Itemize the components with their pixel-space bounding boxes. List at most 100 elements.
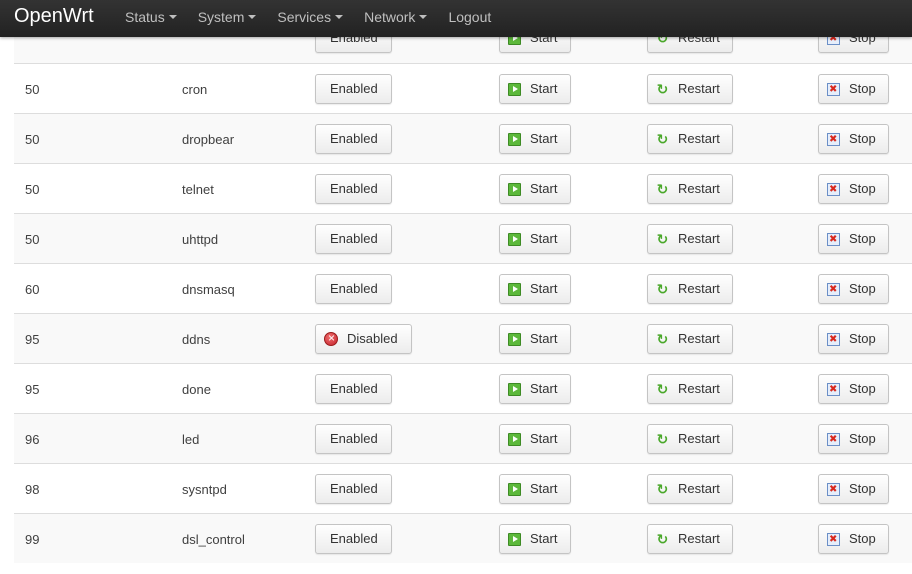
- stop-label: Stop: [849, 331, 876, 346]
- stop-button[interactable]: Stop: [818, 174, 889, 204]
- table-row: 50 uhttpd Enabled Start ↻ Restart Stop: [14, 213, 912, 263]
- reload-icon: ↻: [656, 130, 669, 147]
- stop-label: Stop: [849, 281, 876, 296]
- stop-button[interactable]: Stop: [818, 224, 889, 254]
- service-name: led: [182, 432, 200, 447]
- service-name: telnet: [182, 182, 214, 197]
- start-button[interactable]: Start: [499, 124, 571, 154]
- restart-button[interactable]: ↻ Restart: [647, 424, 733, 454]
- nav-status[interactable]: Status: [125, 0, 177, 37]
- nav-logout[interactable]: Logout: [448, 0, 491, 37]
- stop-label: Stop: [849, 481, 876, 496]
- restart-button[interactable]: ↻ Restart: [647, 224, 733, 254]
- state-label: Enabled: [330, 81, 378, 96]
- reload-icon: ↻: [656, 430, 669, 447]
- toggle-enabled-button[interactable]: Enabled: [315, 524, 392, 554]
- start-label: Start: [530, 431, 558, 446]
- stop-label: Stop: [849, 181, 876, 196]
- start-label: Start: [530, 331, 558, 346]
- restart-button[interactable]: ↻ Restart: [647, 274, 733, 304]
- start-button[interactable]: Start: [499, 174, 571, 204]
- start-label: Start: [530, 281, 558, 296]
- table-row: 50 dropbear Enabled Start ↻ Restart Stop: [14, 113, 912, 163]
- restart-button[interactable]: ↻ Restart: [647, 474, 733, 504]
- toggle-enabled-button[interactable]: Enabled: [315, 424, 392, 454]
- restart-label: Restart: [678, 331, 720, 346]
- play-icon: [508, 532, 521, 546]
- start-button[interactable]: Start: [499, 374, 571, 404]
- nav-label: System: [197, 9, 245, 25]
- restart-button[interactable]: ↻ Restart: [647, 124, 733, 154]
- stop-icon: [827, 282, 840, 296]
- start-button[interactable]: Start: [499, 424, 571, 454]
- nav-label: Services: [277, 9, 332, 25]
- startup-table: Enabled Start ↻ Restart Stop 50 cron Ena…: [14, 13, 912, 563]
- caret-down-icon: [419, 15, 428, 20]
- stop-button[interactable]: Stop: [818, 74, 889, 104]
- service-name: sysntpd: [182, 482, 227, 497]
- start-button[interactable]: Start: [499, 324, 571, 354]
- restart-label: Restart: [678, 231, 720, 246]
- toggle-enabled-button[interactable]: Enabled: [315, 374, 392, 404]
- service-name: dnsmasq: [182, 282, 235, 297]
- table-row: 60 dnsmasq Enabled Start ↻ Restart Stop: [14, 263, 912, 313]
- caret-down-icon: [168, 15, 177, 20]
- nav-services[interactable]: Services: [277, 0, 344, 37]
- stop-button[interactable]: Stop: [818, 324, 889, 354]
- start-label: Start: [530, 531, 558, 546]
- state-label: Enabled: [330, 181, 378, 196]
- state-label: Enabled: [330, 481, 378, 496]
- start-label: Start: [530, 181, 558, 196]
- stop-button[interactable]: Stop: [818, 124, 889, 154]
- start-button[interactable]: Start: [499, 524, 571, 554]
- toggle-enabled-button[interactable]: Enabled: [315, 74, 392, 104]
- restart-label: Restart: [678, 131, 720, 146]
- toggle-enabled-button[interactable]: Enabled: [315, 224, 392, 254]
- stop-icon: [827, 182, 840, 196]
- restart-button[interactable]: ↻ Restart: [647, 74, 733, 104]
- toggle-enabled-button[interactable]: Enabled: [315, 174, 392, 204]
- stop-button[interactable]: Stop: [818, 374, 889, 404]
- nav-system[interactable]: System: [198, 0, 257, 37]
- stop-icon: [827, 232, 840, 246]
- play-icon: [508, 232, 521, 246]
- toggle-enabled-button[interactable]: Disabled: [315, 324, 412, 354]
- restart-button[interactable]: ↻ Restart: [647, 374, 733, 404]
- stop-button[interactable]: Stop: [818, 474, 889, 504]
- stop-icon: [827, 382, 840, 396]
- restart-label: Restart: [678, 381, 720, 396]
- stop-button[interactable]: Stop: [818, 524, 889, 554]
- reload-icon: ↻: [656, 330, 669, 347]
- start-button[interactable]: Start: [499, 274, 571, 304]
- reload-icon: ↻: [656, 480, 669, 497]
- brand-logo[interactable]: OpenWrt: [14, 5, 94, 28]
- restart-label: Restart: [678, 431, 720, 446]
- main-nav: Status System Services Network Logout: [125, 0, 512, 37]
- stop-icon: [827, 482, 840, 496]
- start-button[interactable]: Start: [499, 224, 571, 254]
- table-row: 95 ddns Disabled Start ↻ Restart Stop: [14, 313, 912, 363]
- start-label: Start: [530, 381, 558, 396]
- restart-button[interactable]: ↻ Restart: [647, 174, 733, 204]
- toggle-enabled-button[interactable]: Enabled: [315, 124, 392, 154]
- stop-button[interactable]: Stop: [818, 274, 889, 304]
- reload-icon: ↻: [656, 80, 669, 97]
- navbar: OpenWrt Status System Services Network L…: [0, 0, 912, 37]
- stop-label: Stop: [849, 231, 876, 246]
- stop-button[interactable]: Stop: [818, 424, 889, 454]
- priority-cell: 60: [25, 282, 40, 297]
- reload-icon: ↻: [656, 380, 669, 397]
- stop-label: Stop: [849, 431, 876, 446]
- toggle-enabled-button[interactable]: Enabled: [315, 474, 392, 504]
- start-button[interactable]: Start: [499, 74, 571, 104]
- restart-button[interactable]: ↻ Restart: [647, 524, 733, 554]
- play-icon: [508, 482, 521, 496]
- nav-network[interactable]: Network: [364, 0, 428, 37]
- state-label: Enabled: [330, 381, 378, 396]
- service-name: done: [182, 382, 211, 397]
- play-icon: [508, 332, 521, 346]
- restart-button[interactable]: ↻ Restart: [647, 324, 733, 354]
- restart-label: Restart: [678, 181, 720, 196]
- start-button[interactable]: Start: [499, 474, 571, 504]
- toggle-enabled-button[interactable]: Enabled: [315, 274, 392, 304]
